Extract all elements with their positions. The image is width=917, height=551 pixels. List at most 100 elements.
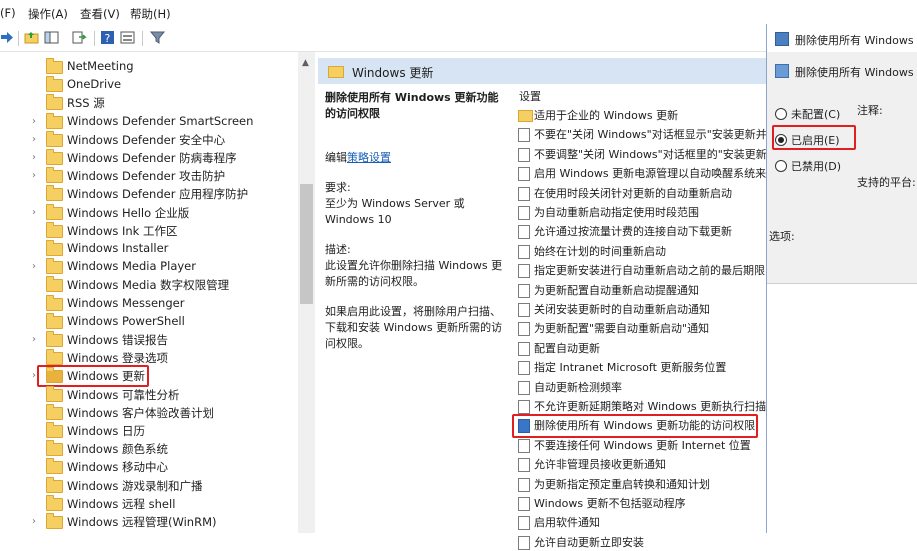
folder-icon — [46, 276, 63, 293]
policy-setting-row[interactable]: 关闭安装更新时的自动重新启动通知 — [518, 300, 768, 318]
expand-chevron-icon[interactable]: › — [32, 134, 36, 145]
policy-setting-icon — [518, 128, 530, 143]
expand-chevron-icon[interactable]: › — [32, 116, 36, 127]
tree-item[interactable]: Windows 客户体验改善计划 — [0, 403, 298, 422]
tree-item[interactable]: Windows Defender 应用程序防护 — [0, 185, 298, 203]
policy-setting-label: 为更新配置自动重新启动提醒通知 — [534, 283, 699, 297]
expand-chevron-icon[interactable]: › — [32, 207, 36, 218]
policy-setting-row[interactable]: 启用 Windows 更新电源管理以自动唤醒系统来安装计划的更新 — [518, 164, 768, 182]
tree-item[interactable]: Windows Messenger — [0, 294, 298, 313]
tree-item[interactable]: Windows 可靠性分析 — [0, 385, 298, 404]
policy-setting-row[interactable]: 自动更新检测频率 — [518, 378, 768, 396]
tree-item[interactable]: Windows 日历 — [0, 422, 298, 440]
radio-disabled-label[interactable]: 已禁用(D) — [791, 158, 841, 174]
folder-icon — [328, 66, 344, 78]
tree-item[interactable]: › Windows Defender 攻击防护 — [0, 167, 298, 185]
policy-setting-row[interactable]: 为自动重新启动指定使用时段范围 — [518, 203, 768, 221]
toolbar-separator — [94, 31, 95, 46]
policy-setting-row[interactable]: Windows 更新不包括驱动程序 — [518, 494, 768, 512]
policy-setting-icon — [518, 516, 530, 531]
expand-chevron-icon[interactable]: › — [32, 370, 36, 381]
tree-item[interactable]: NetMeeting — [0, 58, 298, 76]
edit-policy-link[interactable]: 策略设置 — [347, 151, 391, 164]
tree-item[interactable]: › Windows 远程管理(WinRM) — [0, 513, 298, 531]
policy-setting-row[interactable]: 为更新配置"需要自动重新启动"通知 — [518, 319, 768, 337]
radio-circle[interactable] — [775, 160, 787, 172]
show-hide-tree-icon[interactable] — [44, 30, 59, 45]
expand-chevron-icon[interactable]: › — [32, 152, 36, 163]
policy-setting-row[interactable]: 不要在"关闭 Windows"对话框显示"安装更新并关机" — [518, 125, 768, 143]
menu-view[interactable]: 查看(V) — [80, 6, 120, 22]
tree-item[interactable]: Windows 远程 shell — [0, 494, 298, 513]
filter-icon[interactable] — [150, 30, 165, 45]
tree-item[interactable]: Windows 游戏录制和广播 — [0, 476, 298, 495]
selected-tree-highlight — [37, 365, 149, 388]
up-folder-icon[interactable] — [24, 30, 39, 45]
options-area[interactable] — [767, 283, 917, 534]
tree-item[interactable]: Windows 颜色系统 — [0, 440, 298, 458]
scrollbar-thumb[interactable] — [300, 184, 313, 304]
menu-file[interactable]: (F) — [0, 6, 16, 20]
policy-setting-row[interactable]: 允许通过按流量计费的连接自动下载更新 — [518, 222, 768, 240]
policy-setting-row[interactable]: 指定 Intranet Microsoft 更新服务位置 — [518, 358, 768, 376]
dialog-titlebar: 删除使用所有 Windows 更新 — [767, 24, 917, 52]
policy-setting-row[interactable]: 配置自动更新 — [518, 339, 768, 357]
options-label: 选项: — [769, 230, 795, 243]
radio-not-configured-label[interactable]: 未配置(C) — [791, 106, 840, 122]
policy-setting-row[interactable]: 在使用时段关闭针对更新的自动重新启动 — [518, 184, 768, 202]
folder-icon — [46, 294, 63, 311]
tree-item-label: Windows 错误报告 — [67, 333, 168, 347]
policy-setting-row[interactable]: 不要调整"关闭 Windows"对话框里的"安装更新并关机" — [518, 145, 768, 163]
tree-item[interactable]: RSS 源 — [0, 94, 298, 112]
properties-icon[interactable] — [120, 30, 135, 45]
tree-item[interactable]: Windows PowerShell — [0, 312, 298, 331]
folder-icon — [46, 258, 63, 275]
policy-setting-row[interactable]: 指定更新安装进行自动重新启动之前的最后期限 — [518, 261, 768, 279]
expand-chevron-icon[interactable]: › — [32, 334, 36, 345]
policy-setting-row[interactable]: 允许自动更新立即安装 — [518, 533, 768, 551]
tree-item[interactable]: Windows Ink 工作区 — [0, 221, 298, 240]
forward-icon[interactable] — [0, 30, 15, 45]
folder-icon — [46, 403, 63, 420]
folder-icon — [46, 130, 63, 147]
tree-item[interactable]: Windows Installer — [0, 240, 298, 258]
tree-item[interactable]: › Windows Defender 安全中心 — [0, 130, 298, 149]
scroll-up-icon[interactable]: ▲ — [302, 58, 309, 68]
policy-setting-row[interactable]: 为更新配置自动重新启动提醒通知 — [518, 281, 768, 299]
description-label: 描述: — [325, 243, 351, 256]
expand-chevron-icon[interactable]: › — [32, 170, 36, 181]
radio-circle[interactable] — [775, 108, 787, 120]
menu-help[interactable]: 帮助(H) — [130, 6, 171, 22]
policy-setting-row[interactable]: 始终在计划的时间重新启动 — [518, 242, 768, 260]
policy-setting-row[interactable]: 不要连接任何 Windows 更新 Internet 位置 — [518, 436, 768, 454]
policy-setting-row[interactable]: 适用于企业的 Windows 更新 — [518, 106, 768, 124]
tree-item-label: Windows 颜色系统 — [67, 442, 168, 457]
policy-setting-row[interactable]: 为更新指定预定重启转换和通知计划 — [518, 475, 768, 493]
help-icon[interactable]: ? — [100, 30, 115, 45]
tree-item[interactable]: › Windows Hello 企业版 — [0, 203, 298, 222]
folder-icon — [46, 331, 63, 347]
policy-setting-label: 不要在"关闭 Windows"对话框显示"安装更新并关机" — [534, 128, 768, 142]
tree-item[interactable]: › Windows Defender 防病毒程序 — [0, 149, 298, 167]
policy-setting-label: 为更新指定预定重启转换和通知计划 — [534, 477, 710, 491]
tree-item-label: Windows Installer — [67, 241, 169, 255]
policy-setting-icon — [518, 535, 530, 550]
tree-item[interactable]: Windows 移动中心 — [0, 458, 298, 476]
expand-chevron-icon[interactable]: › — [32, 516, 36, 527]
expand-chevron-icon[interactable]: › — [32, 261, 36, 272]
menu-action[interactable]: 操作(A) — [28, 6, 68, 22]
tree-item-label: Windows 可靠性分析 — [67, 387, 180, 402]
dialog-title: 删除使用所有 Windows 更新 — [795, 34, 917, 47]
tree-scrollbar[interactable]: ▲ — [298, 52, 315, 533]
tree-item-label: Windows 远程 shell — [67, 496, 176, 511]
tree-item[interactable]: › Windows Defender SmartScreen — [0, 112, 298, 131]
tree-item[interactable]: › Windows Media Player — [0, 258, 298, 276]
policy-setting-row[interactable]: 允许非管理员接收更新通知 — [518, 455, 768, 473]
policy-setting-row[interactable]: 不允许更新延期策略对 Windows 更新执行扫描 — [518, 397, 768, 415]
policy-setting-row[interactable]: 启用软件通知 — [518, 513, 768, 531]
export-list-icon[interactable] — [72, 30, 87, 45]
tree-item[interactable]: OneDrive — [0, 76, 298, 94]
settings-column-header[interactable]: 设置 — [519, 88, 541, 104]
tree-item[interactable]: Windows Media 数字权限管理 — [0, 276, 298, 294]
tree-item[interactable]: › Windows 错误报告 — [0, 331, 298, 349]
